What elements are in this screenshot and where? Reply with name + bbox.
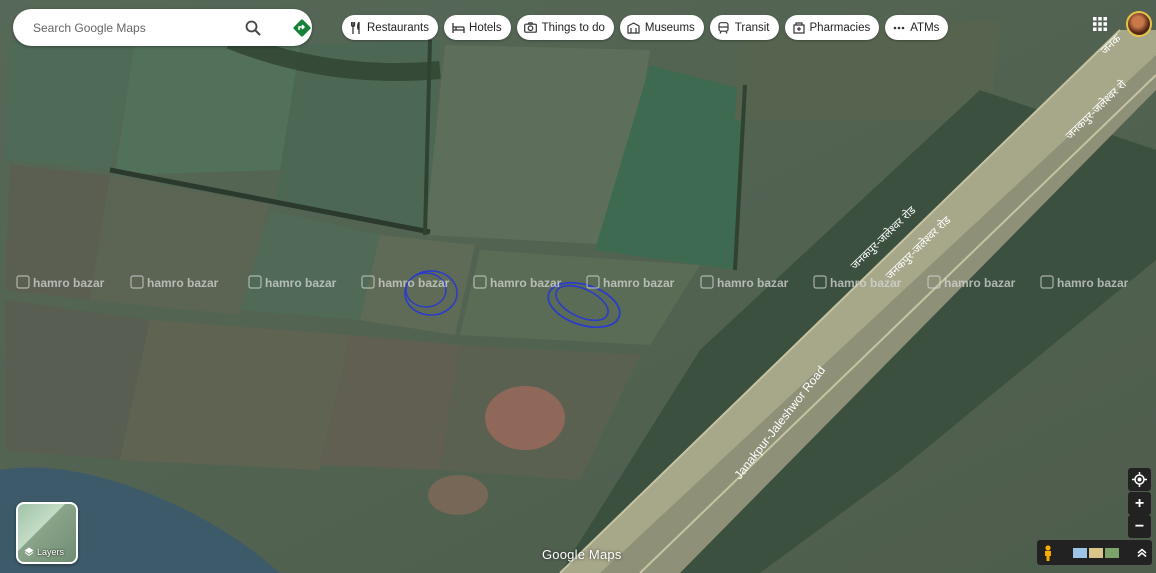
watermark: hamro bazar xyxy=(378,276,450,290)
layers-button[interactable]: Layers xyxy=(16,502,78,564)
watermark: hamro bazar xyxy=(33,276,105,290)
watermark: hamro bazar xyxy=(944,276,1016,290)
chip-label: ATMs xyxy=(910,21,940,34)
google-maps-logo: Google Maps xyxy=(542,547,622,562)
watermark: hamro bazar xyxy=(1057,276,1129,290)
apps-grid-icon xyxy=(1093,17,1107,31)
chip-atms[interactable]: ATMs xyxy=(885,15,949,40)
bottom-controls xyxy=(1037,540,1152,565)
expand-chevron-icon[interactable] xyxy=(1137,548,1147,558)
watermark: hamro bazar xyxy=(490,276,562,290)
chip-pharmacies[interactable]: Pharmacies xyxy=(784,15,880,40)
location-icon xyxy=(1132,472,1147,487)
chip-label: Hotels xyxy=(469,21,502,34)
satellite-map[interactable]: Janakpur-Jaleshwor Road जनकपुर-जलेश्वर र… xyxy=(0,0,1156,573)
zoom-out-button[interactable]: − xyxy=(1128,515,1151,538)
chip-transit[interactable]: Transit xyxy=(709,15,779,40)
directions-button[interactable] xyxy=(290,16,314,40)
search-box xyxy=(13,9,312,46)
layers-label: Layers xyxy=(37,547,65,557)
search-input[interactable] xyxy=(31,19,235,36)
google-apps-button[interactable] xyxy=(1091,15,1109,33)
chip-label: Museums xyxy=(644,21,695,34)
chip-things-to-do[interactable]: Things to do xyxy=(516,15,614,40)
chip-hotels[interactable]: Hotels xyxy=(444,15,511,40)
chip-restaurants[interactable]: Restaurants xyxy=(342,15,439,40)
terrain-thumb-icon xyxy=(1089,547,1103,558)
search-icon xyxy=(245,20,261,36)
watermark: hamro bazar xyxy=(717,276,789,290)
watermark: hamro bazar xyxy=(147,276,219,290)
satellite-thumb-icon xyxy=(1105,547,1119,558)
chip-museums[interactable]: Museums xyxy=(619,15,704,40)
pegman-icon[interactable] xyxy=(1043,544,1053,561)
camera-icon xyxy=(524,21,538,35)
chip-label: Things to do xyxy=(541,21,605,34)
fork-knife-icon xyxy=(349,21,363,35)
train-icon xyxy=(717,21,731,35)
watermark: hamro bazar xyxy=(265,276,337,290)
category-chips: Restaurants Hotels Things to do Museums … xyxy=(342,15,949,40)
chip-label: Restaurants xyxy=(367,21,430,34)
imagery-thumbnails[interactable] xyxy=(1073,547,1119,558)
chip-label: Pharmacies xyxy=(809,21,871,34)
search-button[interactable] xyxy=(241,16,265,40)
my-location-button[interactable] xyxy=(1128,468,1151,491)
layers-icon xyxy=(24,547,34,556)
account-avatar[interactable] xyxy=(1126,11,1152,37)
watermark: hamro bazar xyxy=(603,276,675,290)
bed-icon xyxy=(451,21,465,35)
map-thumb-icon xyxy=(1073,547,1087,558)
museum-icon xyxy=(627,21,641,35)
layers-label-wrap: Layers xyxy=(24,547,64,557)
watermark: hamro bazar xyxy=(830,276,902,290)
chip-label: Transit xyxy=(734,21,770,34)
zoom-in-button[interactable]: + xyxy=(1128,492,1151,515)
more-icon xyxy=(892,21,906,35)
pharmacy-icon xyxy=(792,21,806,35)
directions-icon xyxy=(293,19,311,37)
